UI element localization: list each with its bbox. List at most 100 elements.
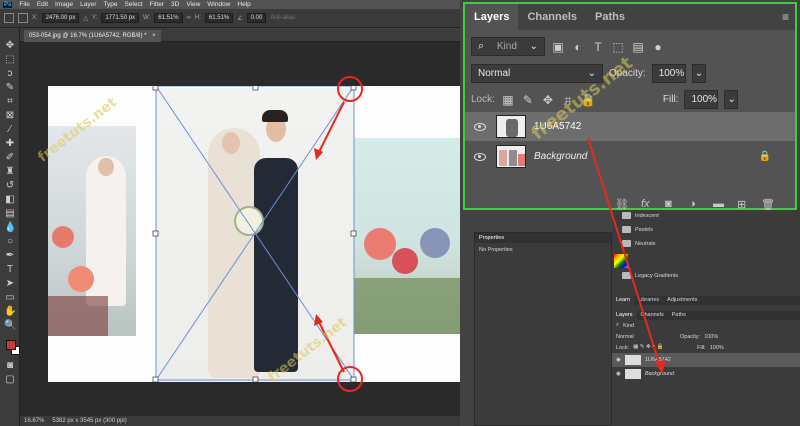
menu-window[interactable]: Window — [207, 1, 230, 8]
canvas-area[interactable]: freetuts.net freetuts.net — [20, 42, 460, 416]
adjustment-filter-icon[interactable]: ◐ — [571, 40, 585, 54]
link-icon[interactable]: ∞ — [187, 15, 191, 21]
fill-dropdown[interactable]: ⌄ — [724, 90, 739, 109]
crop-tool-icon[interactable]: ⌗ — [4, 96, 16, 108]
tab-layers[interactable]: Layers — [465, 4, 519, 30]
link-layers-icon[interactable]: ⛓ — [615, 198, 629, 211]
lock-transparent-icon[interactable]: ▦ — [501, 93, 515, 107]
w-field[interactable]: 61.51% — [154, 13, 183, 23]
menu-image[interactable]: Image — [55, 1, 73, 8]
eye-icon[interactable] — [474, 152, 486, 161]
clone-stamp-icon[interactable]: ♜ — [4, 166, 16, 178]
gradient-tool-icon[interactable]: ▤ — [4, 208, 16, 220]
path-select-icon[interactable]: ➤ — [4, 278, 16, 290]
tab-channels[interactable]: Channels — [518, 4, 586, 30]
mini-layer-row[interactable]: ◉ Background — [612, 367, 800, 381]
eye-icon[interactable]: ◉ — [616, 357, 621, 363]
lock-position-icon[interactable]: ✥ — [541, 93, 555, 107]
menu-view[interactable]: View — [186, 1, 200, 8]
group-folder-icon[interactable]: ▬ — [713, 198, 724, 210]
gradient-group-legacy[interactable]: Legacy Gradients — [622, 272, 678, 279]
y-field[interactable]: 1771.50 px — [101, 13, 140, 23]
hand-tool-icon[interactable]: ✋ — [4, 306, 16, 318]
tab-libraries[interactable]: Libraries — [634, 296, 663, 305]
lock-icons[interactable]: ▦ ✎ ✥ ⌗ 🔒 — [633, 344, 693, 351]
new-layer-icon[interactable]: ⊞ — [737, 198, 746, 211]
move-tool-icon[interactable]: ✥ — [4, 40, 16, 52]
eraser-tool-icon[interactable]: ◧ — [4, 194, 16, 206]
opacity-field[interactable]: 100% — [651, 64, 686, 83]
menu-3d[interactable]: 3D — [171, 1, 179, 8]
pen-tool-icon[interactable]: ✒ — [4, 250, 16, 262]
screen-mode-icon[interactable]: ▢ — [4, 374, 16, 386]
type-filter-icon[interactable]: T — [591, 40, 605, 54]
add-mask-icon[interactable]: ◙ — [665, 198, 672, 210]
tab-paths[interactable]: Paths — [586, 4, 634, 30]
move-tool-icon[interactable] — [4, 13, 14, 23]
close-icon[interactable]: × — [152, 33, 156, 39]
brush-tool-icon[interactable]: ✐ — [4, 152, 16, 164]
fill-field[interactable]: 100% — [710, 345, 724, 351]
angle-field[interactable]: 0.00 — [246, 13, 267, 23]
zoom-level[interactable]: 16.67% — [24, 418, 44, 424]
blur-tool-icon[interactable]: 💧 — [4, 222, 16, 234]
kind-filter[interactable]: Kind — [623, 323, 634, 329]
gradient-swatch[interactable] — [614, 254, 628, 268]
rectangle-tool-icon[interactable]: ▭ — [4, 292, 16, 304]
shape-filter-icon[interactable]: ⬚ — [611, 40, 625, 54]
frame-tool-icon[interactable]: ⊠ — [4, 110, 16, 122]
tab-paths[interactable]: Paths — [668, 311, 690, 320]
eye-icon[interactable]: ◉ — [616, 371, 621, 377]
gradient-group-neutrals[interactable]: Neutrals — [622, 240, 655, 247]
type-tool-icon[interactable]: T — [4, 264, 16, 276]
dodge-tool-icon[interactable]: ○ — [4, 236, 16, 248]
menu-layer[interactable]: Layer — [80, 1, 96, 8]
quick-select-tool-icon[interactable]: ✎ — [4, 82, 16, 94]
menu-type[interactable]: Type — [103, 1, 117, 8]
menu-file[interactable]: File — [19, 1, 29, 8]
quick-mask-icon[interactable]: ◙ — [4, 360, 16, 372]
kind-filter-select[interactable]: ⌕ Kind ⌄ — [471, 37, 545, 56]
blend-mode-select[interactable]: Normal ⌄ — [471, 64, 603, 83]
trash-icon[interactable]: 🗑 — [761, 198, 775, 211]
properties-tab[interactable]: Properties — [475, 233, 611, 243]
lasso-tool-icon[interactable]: ↄ — [4, 68, 16, 80]
zoom-tool-icon[interactable]: 🔍 — [4, 320, 16, 332]
tab-adjustments[interactable]: Adjustments — [663, 296, 701, 305]
angle-icon: ∠ — [237, 15, 243, 22]
marquee-tool-icon[interactable]: ⬚ — [4, 54, 16, 66]
fill-field[interactable]: 100% — [684, 90, 719, 109]
anti-alias-label[interactable]: Anti-alias — [270, 15, 295, 21]
layer-style-icon[interactable]: fx — [641, 198, 650, 210]
gradient-group-iridescent[interactable]: Iridescent — [622, 212, 659, 219]
menu-filter[interactable]: Filter — [150, 1, 164, 8]
photoshop-logo-icon[interactable]: Ps — [3, 1, 13, 8]
eyedropper-tool-icon[interactable]: ⁄ — [4, 124, 16, 136]
menu-select[interactable]: Select — [124, 1, 142, 8]
blend-mode-select[interactable]: Normal — [616, 334, 676, 340]
tab-layers[interactable]: Layers — [612, 311, 637, 320]
opacity-field[interactable]: 100% — [704, 334, 718, 340]
smart-object-filter-icon[interactable]: ▤ — [631, 40, 645, 54]
mini-layer-row[interactable]: ◉ 1U6A5742 — [612, 353, 800, 367]
lock-image-icon[interactable]: ✎ — [521, 93, 535, 107]
adjustment-layer-icon[interactable]: ◑ — [689, 198, 696, 210]
panel-menu-icon[interactable]: ≡ — [782, 4, 789, 30]
gradient-group-pastels[interactable]: Pastels — [622, 226, 653, 233]
filter-toggle-icon[interactable]: ● — [651, 40, 665, 54]
tab-channels[interactable]: Channels — [637, 311, 668, 320]
h-field[interactable]: 61.51% — [204, 13, 234, 23]
healing-brush-icon[interactable]: ✚ — [4, 138, 16, 150]
pixel-filter-icon[interactable]: ▣ — [551, 40, 565, 54]
menu-help[interactable]: Help — [237, 1, 250, 8]
eye-icon[interactable] — [474, 122, 486, 131]
x-field[interactable]: 2476.00 px — [41, 13, 80, 23]
tab-learn[interactable]: Learn — [612, 296, 635, 305]
layer-row-1u6a5742[interactable]: 1U6A5742 — [465, 112, 795, 141]
opacity-dropdown[interactable]: ⌄ — [691, 64, 706, 83]
history-brush-icon[interactable]: ↺ — [4, 180, 16, 192]
reference-point-icon[interactable] — [18, 13, 28, 23]
menu-edit[interactable]: Edit — [37, 1, 48, 8]
layer-row-background[interactable]: Background 🔒 — [465, 142, 795, 171]
document-tab[interactable]: 053-054.jpg @ 16.7% (1U6A5742, RGB/8) * … — [24, 30, 161, 42]
